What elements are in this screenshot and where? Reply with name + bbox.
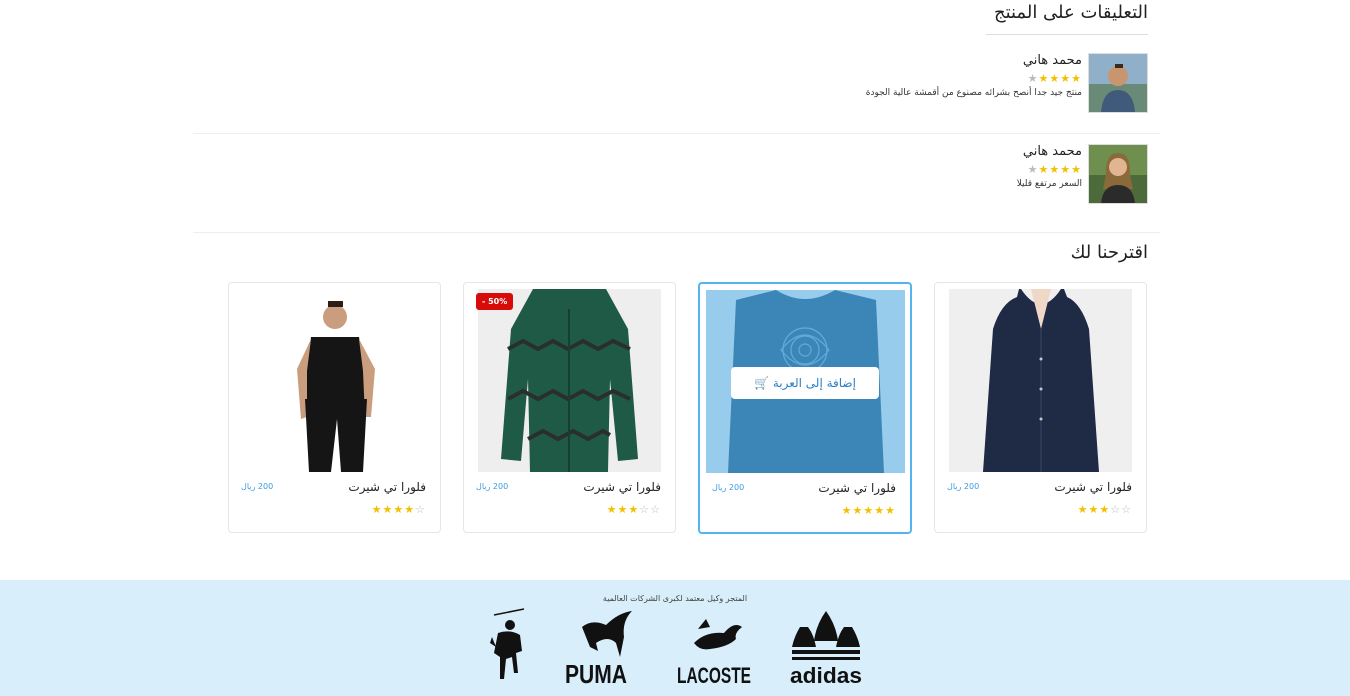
comment-author: محمد هاني <box>1022 144 1082 159</box>
comment-text: منتج جيد جدا أنصح بشرائه مصنوع من أقمشة … <box>865 88 1082 98</box>
product-price: 200 ريال <box>241 482 274 491</box>
product-card[interactable]: فلورا تي شيرت 200 ريال ★★★★☆ <box>228 282 441 533</box>
star-icon: ★ <box>1071 72 1082 85</box>
star-empty-icon: ★ <box>1027 163 1039 176</box>
star-icon: ★ <box>371 503 383 516</box>
polo-logo[interactable] <box>488 607 530 687</box>
product-name[interactable]: فلورا تي شيرت <box>818 481 896 495</box>
footer-text: المتجر وكيل معتمد لكبرى الشركات العالمية <box>602 594 748 603</box>
avatar <box>1088 53 1148 113</box>
star-empty-icon: ☆ <box>639 503 651 516</box>
product-image[interactable] <box>949 289 1132 472</box>
add-to-cart-button[interactable]: إضافة إلى العربة 🛒 <box>731 367 879 399</box>
product-card[interactable]: فلورا تي شيرت 200 ريال ★★★☆☆ <box>934 282 1147 533</box>
product-price: 200 ريال <box>947 482 980 491</box>
comment-item: محمد هاني ★★★★★ منتج جيد جدا أنصح بشرائه… <box>748 53 1148 113</box>
product-name[interactable]: فلورا تي شيرت <box>1054 480 1132 494</box>
star-empty-icon: ☆ <box>650 503 661 516</box>
avatar <box>1088 144 1148 204</box>
star-icon: ★ <box>1049 163 1061 176</box>
star-icon: ★ <box>1038 163 1050 176</box>
product-rating: ★★★☆☆ <box>607 503 661 516</box>
comments-title: التعليقات على المنتج <box>993 2 1148 23</box>
star-icon: ★ <box>1049 72 1061 85</box>
footer: المتجر وكيل معتمد لكبرى الشركات العالمية… <box>0 580 1350 696</box>
product-price: 200 ريال <box>712 483 745 492</box>
star-empty-icon: ☆ <box>1110 503 1122 516</box>
product-image[interactable] <box>478 289 661 472</box>
comment-rating: ★★★★★ <box>1028 163 1082 176</box>
star-empty-icon: ☆ <box>1121 503 1132 516</box>
svg-text:LACOSTE: LACOSTE <box>677 663 751 687</box>
product-card[interactable]: - 50% فلورا تي شيرت 200 ريال ★★★☆☆ <box>463 282 676 533</box>
comments-section: التعليقات على المنتج محمد هاني ★★★★★ منت… <box>193 0 1160 235</box>
divider <box>193 133 1160 134</box>
product-rating: ★★★★★ <box>842 504 896 517</box>
star-icon: ★ <box>841 504 853 517</box>
star-icon: ★ <box>1088 503 1100 516</box>
cart-icon: 🛒 <box>754 376 769 390</box>
comment-item: محمد هاني ★★★★★ السعر مرتفع قليلا <box>748 144 1148 204</box>
product-name[interactable]: فلورا تي شيرت <box>348 480 426 494</box>
star-empty-icon: ★ <box>1027 72 1039 85</box>
suggestions-title: اقترحنا لك <box>1070 242 1148 263</box>
puma-logo[interactable]: PUMA <box>562 607 640 689</box>
star-empty-icon: ☆ <box>415 503 426 516</box>
star-icon: ★ <box>393 503 405 516</box>
star-icon: ★ <box>852 504 864 517</box>
star-icon: ★ <box>1038 72 1050 85</box>
divider <box>193 232 1160 233</box>
star-icon: ★ <box>1060 72 1072 85</box>
star-icon: ★ <box>1071 163 1082 176</box>
product-name[interactable]: فلورا تي شيرت <box>583 480 661 494</box>
star-icon: ★ <box>606 503 618 516</box>
product-card[interactable]: إضافة إلى العربة 🛒 فلورا تي شيرت 200 ريا… <box>698 282 912 534</box>
product-rating: ★★★★☆ <box>372 503 426 516</box>
star-icon: ★ <box>617 503 629 516</box>
product-rating: ★★★☆☆ <box>1078 503 1132 516</box>
star-icon: ★ <box>382 503 394 516</box>
comment-rating: ★★★★★ <box>1028 72 1082 85</box>
add-to-cart-label: إضافة إلى العربة <box>772 376 856 390</box>
title-underline <box>986 34 1148 35</box>
adidas-logo[interactable]: adidas <box>786 607 866 688</box>
star-icon: ★ <box>885 504 896 517</box>
svg-text:adidas: adidas <box>790 663 862 687</box>
svg-text:PUMA: PUMA <box>565 659 627 687</box>
star-icon: ★ <box>1099 503 1111 516</box>
star-icon: ★ <box>628 503 640 516</box>
star-icon: ★ <box>404 503 416 516</box>
lacoste-logo[interactable]: LACOSTE <box>676 607 754 688</box>
discount-badge: - 50% <box>476 293 514 310</box>
product-image[interactable] <box>243 289 426 472</box>
star-icon: ★ <box>1077 503 1089 516</box>
comment-text: السعر مرتفع قليلا <box>1016 179 1082 189</box>
star-icon: ★ <box>1060 163 1072 176</box>
comment-author: محمد هاني <box>1022 53 1082 68</box>
star-icon: ★ <box>863 504 875 517</box>
product-price: 200 ريال <box>476 482 509 491</box>
star-icon: ★ <box>874 504 886 517</box>
